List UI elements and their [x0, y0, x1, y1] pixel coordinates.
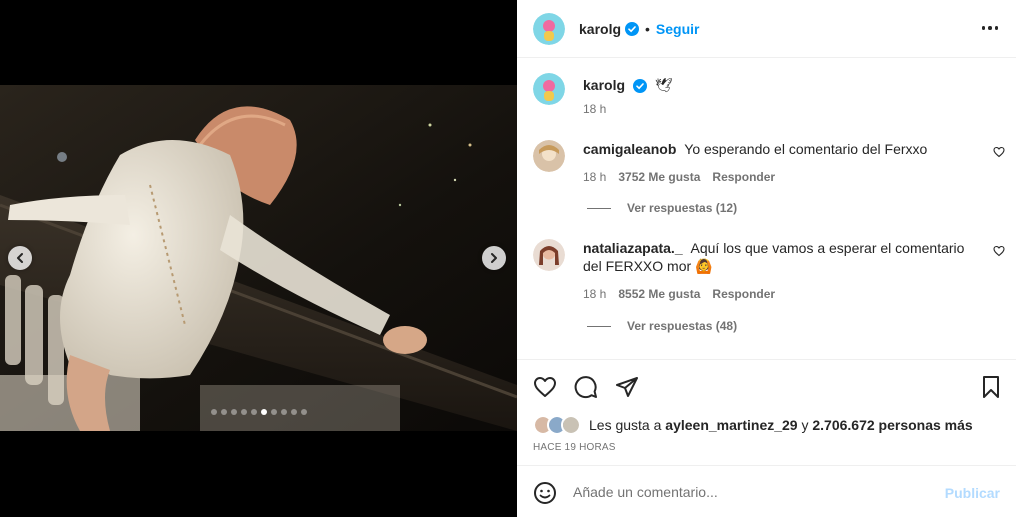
carousel-indicator [0, 409, 517, 415]
action-bar [517, 360, 1016, 414]
reply-button[interactable]: Responder [712, 285, 775, 303]
likes-summary: Les gusta a ayleen_martinez_29 y 2.706.6… [533, 415, 973, 435]
comments-section: karolg 🕊 18 h camigaleanob Yo esperando … [517, 59, 1016, 359]
commenter-username[interactable]: nataliazapata._ [583, 240, 683, 256]
emoji-icon[interactable] [533, 481, 557, 505]
commenter-username[interactable]: camigaleanob [583, 141, 676, 157]
post-time-ago[interactable]: HACE 19 HORAS [533, 442, 616, 453]
chevron-right-icon [491, 253, 497, 263]
send-icon[interactable] [615, 375, 639, 399]
commenter-avatar[interactable] [533, 239, 565, 271]
follow-button[interactable]: Seguir [656, 21, 700, 37]
view-replies-button[interactable]: Ver respuestas (12) [587, 201, 737, 215]
comment-text: Yo esperando el comentario del Ferxxo [684, 141, 928, 157]
view-replies-label: Ver respuestas (48) [627, 319, 738, 333]
verified-badge-icon [625, 21, 640, 36]
reply-button[interactable]: Responder [712, 168, 775, 186]
comment-time[interactable]: 18 h [583, 168, 606, 186]
commenter-avatar[interactable] [533, 140, 565, 172]
bookmark-icon[interactable] [979, 375, 1003, 399]
view-replies-label: Ver respuestas (12) [627, 201, 738, 215]
post-photo[interactable] [0, 85, 517, 431]
post-photo-image [0, 85, 517, 431]
comment-likes[interactable]: 8552 Me gusta [618, 285, 700, 303]
likes-connector: y [801, 417, 809, 433]
caption-avatar[interactable] [533, 73, 565, 105]
view-replies-button[interactable]: Ver respuestas (48) [587, 319, 737, 333]
post-actions-section: Les gusta a ayleen_martinez_29 y 2.706.6… [517, 359, 1016, 453]
header-separator: • [645, 20, 650, 37]
carousel-dot [221, 409, 227, 415]
post-caption: karolg 🕊 18 h [533, 73, 673, 116]
post-header: karolg • Seguir [517, 0, 1016, 58]
carousel-dot [211, 409, 217, 415]
post-media [0, 0, 517, 517]
liker-avatar [561, 415, 581, 435]
heart-icon[interactable] [533, 375, 557, 399]
heart-icon[interactable] [993, 146, 1005, 158]
comment-input[interactable] [573, 483, 933, 500]
comment-item: nataliazapata._ Aquí los que vamos a esp… [533, 239, 1005, 303]
carousel-next-button[interactable] [482, 246, 506, 270]
heart-icon[interactable] [993, 245, 1005, 257]
carousel-dot [291, 409, 297, 415]
carousel-dot [231, 409, 237, 415]
carousel-dot [301, 409, 307, 415]
post-details-panel: karolg • Seguir karolg 🕊 18 h camigalean… [517, 0, 1016, 517]
author-username[interactable]: karolg [579, 21, 621, 37]
more-options-button[interactable] [981, 20, 998, 36]
more-horizontal-icon [981, 26, 985, 30]
comment-time[interactable]: 18 h [583, 285, 606, 303]
comment-icon[interactable] [574, 375, 598, 399]
carousel-dot [271, 409, 277, 415]
carousel-dot [251, 409, 257, 415]
caption-time: 18 h [583, 102, 607, 116]
carousel-dot [261, 409, 267, 415]
carousel-prev-button[interactable] [8, 246, 32, 270]
comment-item: camigaleanob Yo esperando el comentario … [533, 140, 1005, 186]
liker-avatars [533, 415, 581, 435]
caption-text: 🕊 [654, 77, 673, 93]
publish-button[interactable]: Publicar [945, 485, 1000, 501]
author-avatar[interactable] [533, 12, 565, 45]
likes-others[interactable]: 2.706.672 personas más [812, 417, 972, 433]
add-comment-bar: Publicar [517, 465, 1016, 517]
liker-username[interactable]: ayleen_martinez_29 [665, 417, 797, 433]
verified-badge-icon [632, 79, 647, 94]
carousel-dot [281, 409, 287, 415]
carousel-dot [241, 409, 247, 415]
comment-likes[interactable]: 3752 Me gusta [618, 168, 700, 186]
chevron-left-icon [17, 253, 23, 263]
caption-username[interactable]: karolg [583, 77, 625, 93]
likes-text[interactable]: Les gusta a ayleen_martinez_29 y 2.706.6… [589, 417, 973, 433]
likes-prefix: Les gusta a [589, 417, 662, 433]
